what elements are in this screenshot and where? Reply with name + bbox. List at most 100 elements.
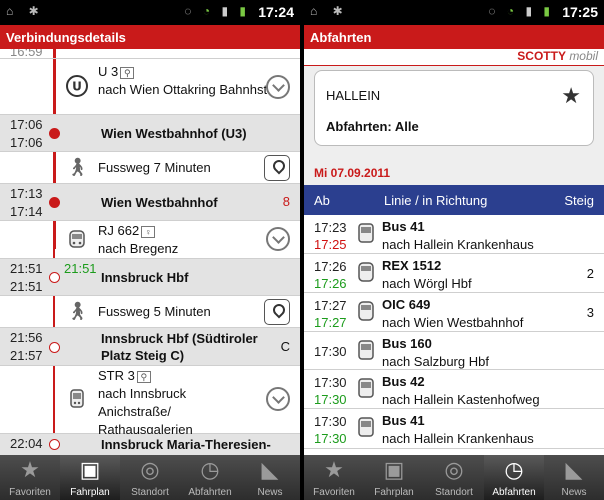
system-icons: ◌ ◔ ▮ ▮ <box>488 4 554 18</box>
bottom-navigation: ★ Favoriten ▣ Fahrplan ◎ Standort ◷ Abfahrte… <box>0 455 300 500</box>
stop-dot-icon <box>49 342 60 353</box>
col-linie: Linie / in Richtung <box>384 193 488 208</box>
nav-favoriten[interactable]: ★ Favoriten <box>0 455 60 500</box>
target-icon: ◎ <box>444 457 464 482</box>
status-time: 17:25 <box>562 4 598 20</box>
stop-row[interactable]: 17:06 17:06 Wien Westbahnhof (U3) <box>0 115 300 152</box>
abfahrten-screen: ⌂ ✱ ◌ ◔ ▮ ▮ 17:25 Abfahrten SCOTTY mobil… <box>304 0 604 500</box>
bike-icon: ⚲ <box>136 370 151 383</box>
walk-text: Fussweg 7 Minuten <box>98 160 211 175</box>
nav-standort[interactable]: ◎ Standort <box>424 455 484 500</box>
stop-dot-icon <box>49 128 60 139</box>
arrival-time: 22:04 <box>10 436 43 451</box>
map-button[interactable] <box>264 155 290 181</box>
departure-time: 21:57 <box>10 348 43 363</box>
nav-favoriten[interactable]: ★ Favoriten <box>304 455 364 500</box>
leg-line: U 3 <box>98 64 119 79</box>
notification-icons: ⌂ ✱ <box>6 4 45 18</box>
stop-name: Innsbruck Hbf (Südtiroler Platz Steig C) <box>101 331 258 363</box>
brand-logo: SCOTTY <box>517 49 566 63</box>
table-row[interactable]: 17:27 17:27 OIC 649 nach Wien Westbahnho… <box>304 293 604 332</box>
stop-dot-icon <box>49 439 60 450</box>
map-button[interactable] <box>264 299 290 325</box>
walk-text: Fussweg 5 Minuten <box>98 304 211 319</box>
clock-sign-icon: ◷ <box>504 457 524 482</box>
notification-icons: ⌂ ✱ <box>310 4 349 18</box>
nav-fahrplan[interactable]: ▣ Fahrplan <box>364 455 424 500</box>
table-row[interactable]: 17:26 17:26 REX 1512 nach Wörgl Hbf 2 <box>304 254 604 293</box>
leg-direction: nach Bregenz <box>98 241 179 256</box>
arrival-time: 21:51 <box>10 261 43 276</box>
verbindungsdetails-screen: ⌂ ✱ ◌ ◔ ▮ ▮ 17:24 Verbindungsdetails 16:… <box>0 0 300 500</box>
departure-list[interactable]: 17:23 17:25 Bus 41 nach Hallein Krankenh… <box>304 215 604 455</box>
screen-title: Abfahrten <box>304 25 604 49</box>
brand-suffix: mobil <box>569 49 598 63</box>
favorite-star-icon[interactable]: ★ <box>561 83 581 109</box>
stop-name: Wien Westbahnhof <box>101 195 218 210</box>
expand-chevron-icon[interactable] <box>266 75 290 99</box>
train-icon <box>358 262 374 282</box>
brand-bar: SCOTTY mobil <box>304 49 604 66</box>
date-label: Mi 07.09.2011 <box>314 166 391 180</box>
platform: 8 <box>282 194 290 209</box>
expand-chevron-icon[interactable] <box>266 227 290 251</box>
nav-standort[interactable]: ◎ Standort <box>120 455 180 500</box>
walk-icon: 🚶︎ <box>66 301 89 321</box>
station-box-area: HALLEIN Abfahrten: Alle ★ <box>304 66 604 156</box>
leg-rj662[interactable]: RJ 662 ♀ nach Bregenz <box>0 221 300 259</box>
stop-row[interactable]: 17:13 17:14 Wien Westbahnhof 8 <box>0 184 300 221</box>
connection-list[interactable]: 16:59 U U 3 ⚲ nach Wien Ottakring Bahnhst… <box>0 49 300 455</box>
table-row[interactable]: 17:30 17:30 Bus 42 nach Hallein Kastenho… <box>304 370 604 409</box>
bus-icon <box>358 223 374 243</box>
arrival-time: 17:06 <box>10 117 43 132</box>
star-icon: ★ <box>324 457 344 482</box>
leg-str3[interactable]: STR 3 ⚲ nach Innsbruck Anichstraße/ Ratha… <box>0 366 300 437</box>
rss-icon: ◣ <box>261 457 279 482</box>
leg-direction: nach Wien Ottakring Bahnhst <box>98 82 268 97</box>
train-icon <box>358 301 374 321</box>
clock-sign-icon: ◷ <box>200 457 220 482</box>
realtime-time: 21:51 <box>64 261 97 276</box>
bistro-icon: ♀ <box>141 225 156 238</box>
col-ab: Ab <box>314 193 330 208</box>
status-bar: ⌂ ✱ ◌ ◔ ▮ ▮ 17:25 <box>304 0 604 25</box>
nav-fahrplan[interactable]: ▣ Fahrplan <box>60 455 120 500</box>
bus-icon <box>358 378 374 398</box>
stop-name: Innsbruck Maria-Theresien- <box>101 437 271 452</box>
tram-icon <box>70 389 84 408</box>
tram-icon: ▣ <box>383 457 405 482</box>
rss-icon: ◣ <box>565 457 583 482</box>
expand-chevron-icon[interactable] <box>266 387 290 411</box>
train-icon <box>69 230 85 248</box>
table-header: Ab Linie / in Richtung Steig <box>304 185 604 215</box>
screen-title: Verbindungsdetails <box>0 25 300 49</box>
departure-filter: Abfahrten: Alle <box>326 119 419 134</box>
arrival-time: 17:13 <box>10 186 43 201</box>
walk-leg[interactable]: 🚶︎ Fussweg 5 Minuten <box>0 296 300 328</box>
nav-news[interactable]: ◣ News <box>544 455 604 500</box>
status-bar: ⌂ ✱ ◌ ◔ ▮ ▮ 17:24 <box>0 0 300 25</box>
departure-time: 21:51 <box>10 279 43 294</box>
nav-news[interactable]: ◣ News <box>240 455 300 500</box>
station-name: HALLEIN <box>326 88 381 103</box>
stop-row[interactable]: 21:56 21:57 Innsbruck Hbf (Südtiroler Pla… <box>0 328 300 366</box>
date-header: Mi 07.09.2011 <box>304 156 604 185</box>
table-row[interactable]: 17:30 Bus 160 nach Salzburg Hbf <box>304 332 604 370</box>
stop-row[interactable]: 22:04 Innsbruck Maria-Theresien- <box>0 434 300 455</box>
bus-icon <box>358 340 374 360</box>
station-box[interactable]: HALLEIN Abfahrten: Alle ★ <box>314 70 594 146</box>
nav-abfahrten[interactable]: ◷ Abfahrten <box>484 455 544 500</box>
svg-text:U: U <box>72 80 82 94</box>
tram-icon: ▣ <box>79 457 101 482</box>
departure-time: 17:14 <box>10 204 43 219</box>
stop-dot-icon <box>49 272 60 283</box>
table-row[interactable]: 17:30 17:30 Bus 41 nach Hallein Krankenh… <box>304 409 604 449</box>
table-row[interactable]: 17:23 17:25 Bus 41 nach Hallein Krankenh… <box>304 215 604 254</box>
nav-abfahrten[interactable]: ◷ Abfahrten <box>180 455 240 500</box>
list-item: 16:59 <box>0 49 300 59</box>
bike-icon: ⚲ <box>120 66 135 79</box>
walk-leg[interactable]: 🚶︎ Fussweg 7 Minuten <box>0 152 300 184</box>
stop-name: Innsbruck Hbf <box>101 270 189 285</box>
leg-u3[interactable]: U U 3 ⚲ nach Wien Ottakring Bahnhst <box>0 59 300 115</box>
stop-row[interactable]: 21:51 21:51 21:51 Innsbruck Hbf <box>0 259 300 296</box>
